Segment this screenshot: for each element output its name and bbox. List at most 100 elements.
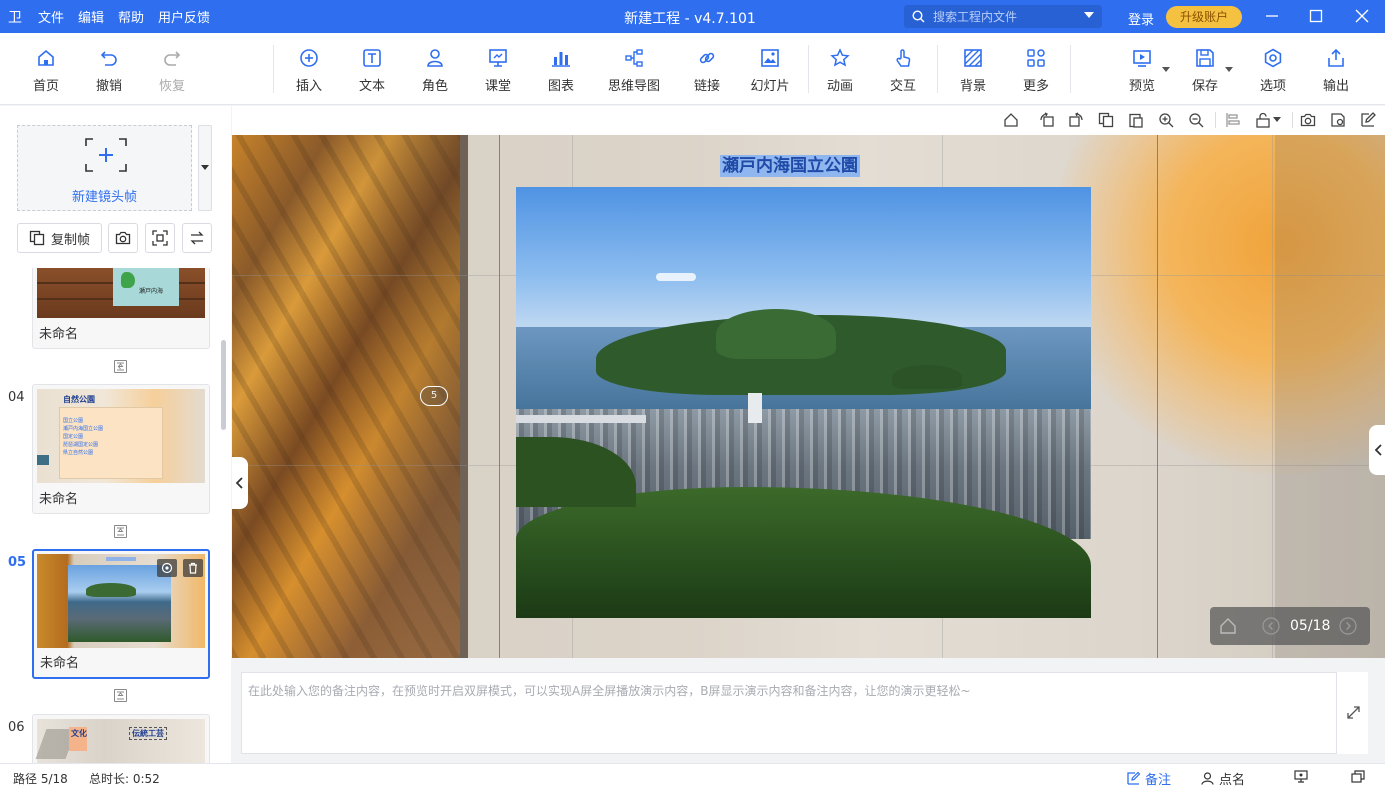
upgrade-button[interactable]: 升级账户 [1166,6,1242,28]
link-button[interactable]: 链接 [677,47,737,94]
classroom-button[interactable]: 课堂 [468,47,528,94]
frame-thumbnail[interactable]: 瀬戸内海 未命名 [32,268,210,349]
copy-frame-button[interactable]: 复制帧 [17,223,102,253]
search-dropdown-icon[interactable] [1084,12,1094,18]
thumb-delete-button[interactable] [183,559,203,577]
frame-list-scrollbar[interactable] [221,340,226,430]
chart-label: 图表 [547,79,574,94]
new-frame-dropdown[interactable] [198,125,212,211]
background-button[interactable]: 背景 [943,47,1003,94]
zoom-out-icon[interactable] [1188,112,1204,128]
menu-file[interactable]: 文件 [38,7,64,26]
search-input[interactable]: 搜索工程内文件 [904,5,1102,28]
rotate-right-icon[interactable] [1068,112,1084,128]
screen-icon[interactable] [1294,770,1308,783]
chart-button[interactable]: 图表 [531,47,591,94]
options-button[interactable]: 选项 [1243,47,1303,94]
mindmap-button[interactable]: 思维导图 [594,47,674,94]
next-frame-icon[interactable] [1339,617,1357,635]
expand-right-panel[interactable] [1369,425,1385,475]
bar-chart-icon [552,52,570,67]
chevron-left-icon [235,477,243,489]
menu-bar: 文件 编辑 帮助 用户反馈 [38,0,210,33]
swap-frames-button[interactable] [182,223,212,253]
preview-dropdown-icon[interactable] [1162,67,1170,72]
path-marker[interactable]: 5 [420,386,448,406]
home-button[interactable]: 首页 [16,47,76,94]
transition-icon[interactable] [114,525,127,538]
notes-toggle[interactable]: 备注 [1127,769,1171,788]
expand-icon [1347,706,1360,719]
minimize-icon[interactable] [1265,9,1279,23]
mindmap-label: 思维导图 [607,79,660,94]
thumb-tag: 伝統工芸 [129,727,167,740]
paste-icon[interactable] [1128,112,1144,128]
role-button[interactable]: 角色 [405,47,465,94]
frame-navigator: 05/18 [1210,607,1370,645]
rollcall-button[interactable]: 点名 [1201,769,1245,788]
slide-label: 幻灯片 [750,79,790,94]
frame-thumbnail[interactable]: 文化 伝統工芸 [32,714,210,763]
apps-icon [1027,49,1045,67]
lock-icon[interactable] [1255,112,1271,128]
new-frame-button[interactable]: 新建镜头帧 [17,125,192,211]
export-button[interactable]: 输出 [1306,47,1366,94]
copy-icon[interactable] [1098,112,1114,128]
camera-icon[interactable] [1300,112,1316,128]
fit-frame-button[interactable] [145,223,175,253]
zoom-in-icon[interactable] [1158,112,1174,128]
snapshot-button[interactable] [108,223,138,253]
slide-photo[interactable] [516,187,1091,618]
title-bar: 卫 文件 编辑 帮助 用户反馈 新建工程 - v4.7.101 搜索工程内文件 … [0,0,1385,33]
close-icon[interactable] [1355,9,1369,23]
prev-frame-icon[interactable] [1262,617,1280,635]
chevron-left-icon [1374,444,1382,456]
menu-edit[interactable]: 编辑 [78,7,104,26]
notes-placeholder: 在此处输入您的备注内容，在预览时开启双屏模式，可以实现A屏全屏播放演示内容，B屏… [248,684,971,698]
slide-canvas[interactable]: 5 瀬戸内海国立公園 [232,135,1385,658]
frame-thumbnail-active[interactable]: 未命名 [32,549,210,679]
settings-doc-icon[interactable] [1330,112,1346,128]
duration-status: 总时长: 0:52 [89,772,160,786]
slide-button[interactable]: 幻灯片 [740,47,800,94]
more-button[interactable]: 更多 [1006,47,1066,94]
save-dropdown-icon[interactable] [1225,67,1233,72]
insert-button[interactable]: 插入 [279,47,339,94]
person-icon [1201,772,1214,785]
frame-thumbnail[interactable]: 自然公園 国立公園 瀬戸内海国立公園 国定公園 琵琶湖国定公園 県立自然公園 未… [32,384,210,514]
transition-icon[interactable] [114,360,127,373]
redo-button[interactable]: 恢复 [142,47,202,94]
undo-label: 撤销 [95,79,122,94]
interact-button[interactable]: 交互 [873,47,933,94]
preview-label: 预览 [1128,79,1155,94]
transition-icon[interactable] [114,689,127,702]
redo-label: 恢复 [158,79,185,94]
eye-icon [161,562,173,574]
search-placeholder: 搜索工程内文件 [933,10,1018,24]
slide-title[interactable]: 瀬戸内海国立公園 [720,155,860,177]
text-icon [363,49,381,67]
undo-button[interactable]: 撤销 [79,47,139,94]
new-frame-label: 新建镜头帧 [71,190,137,205]
collapse-left-panel[interactable] [232,457,248,509]
background-icon [964,49,982,67]
text-button[interactable]: 文本 [342,47,402,94]
export-label: 输出 [1322,79,1349,94]
role-label: 角色 [421,79,448,94]
window-switch-icon[interactable] [1351,770,1365,783]
login-link[interactable]: 登录 [1128,9,1154,28]
menu-help[interactable]: 帮助 [118,7,144,26]
edit-icon[interactable] [1360,112,1376,128]
menu-feedback[interactable]: 用户反馈 [158,7,210,26]
chevron-down-icon[interactable] [1273,117,1281,123]
rotate-left-icon[interactable] [1039,112,1055,128]
mindmap-icon [625,49,643,67]
home-view-icon[interactable] [1003,112,1019,128]
animation-button[interactable]: 动画 [810,47,870,94]
home-icon[interactable] [1218,616,1238,636]
align-icon[interactable] [1225,112,1241,128]
maximize-icon[interactable] [1309,9,1323,23]
thumb-hide-button[interactable] [157,559,177,577]
notes-expand-button[interactable] [1336,672,1368,754]
fit-frame-icon [152,230,168,246]
